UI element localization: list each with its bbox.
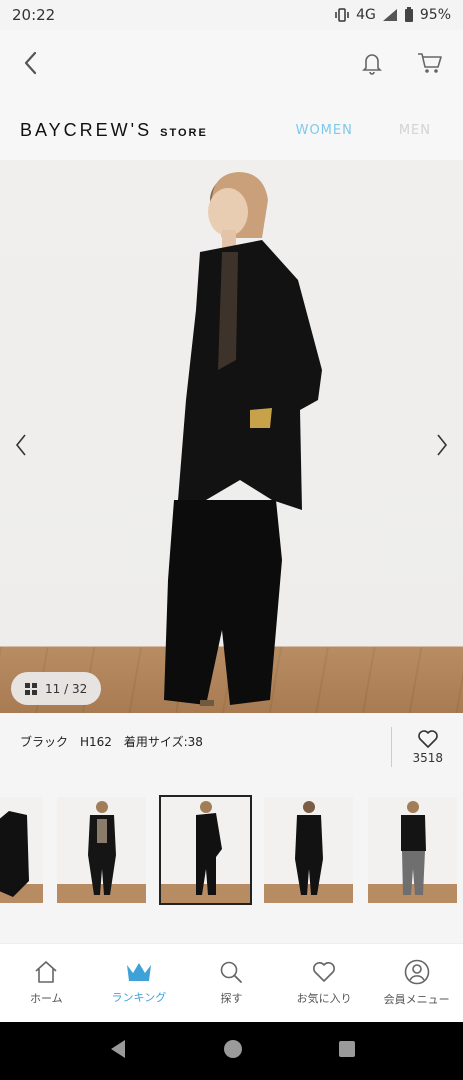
- color-size-label: ブラック H162 着用サイズ:38: [20, 734, 203, 749]
- chevron-left-icon: [15, 434, 26, 456]
- nav-member-menu[interactable]: 会員メニュー: [370, 944, 463, 1022]
- heart-icon: [313, 962, 336, 982]
- signal-icon: [382, 9, 397, 21]
- thumbnail-item[interactable]: [264, 797, 353, 903]
- heart-icon: [417, 730, 438, 748]
- tab-men[interactable]: MEN: [399, 123, 431, 138]
- tab-women[interactable]: WOMEN: [296, 123, 353, 138]
- prev-image-button[interactable]: [6, 430, 36, 460]
- model-figure: [164, 172, 322, 706]
- image-counter-button[interactable]: 11 / 32: [11, 672, 102, 705]
- crown-icon: [126, 963, 151, 981]
- nav-search[interactable]: 探す: [185, 944, 278, 1022]
- logo-suffix: STORE: [160, 126, 208, 139]
- logo-text: BAYCREW'S: [20, 119, 153, 140]
- nav-home[interactable]: ホーム: [0, 944, 93, 1022]
- bottom-nav: ホーム ランキング 探す お気に入り 会員メニュー: [0, 943, 463, 1022]
- battery-level: 95%: [419, 7, 451, 23]
- thumbnail-strip: [0, 781, 463, 943]
- top-actions: [361, 51, 443, 79]
- home-icon: [35, 961, 57, 983]
- nav-member-menu-label: 会員メニュー: [383, 993, 450, 1006]
- status-bar: 20:22 4G 95%: [0, 0, 463, 30]
- thumbnail-figure: [87, 801, 116, 895]
- next-image-button[interactable]: [427, 430, 457, 460]
- system-home-button[interactable]: [223, 1039, 243, 1063]
- thumbnail-item-selected[interactable]: [159, 795, 252, 905]
- thumbnail-figure: [400, 801, 426, 895]
- chevron-left-icon: [24, 51, 37, 75]
- thumbnail-item[interactable]: [368, 797, 457, 903]
- thumbnail-item[interactable]: [0, 797, 43, 903]
- image-counter: 11 / 32: [45, 681, 88, 696]
- system-nav-bar: [0, 1022, 463, 1080]
- store-logo[interactable]: BAYCREW'S STORE: [20, 120, 208, 141]
- square-recents-icon: [338, 1041, 355, 1057]
- bell-icon: [362, 54, 382, 75]
- nav-ranking-label: ランキング: [111, 991, 167, 1004]
- product-info-row: ブラック H162 着用サイズ:38 3518: [0, 713, 463, 781]
- favorite-count: 3518: [412, 751, 443, 765]
- status-time: 20:22: [12, 6, 56, 24]
- nav-ranking[interactable]: ランキング: [93, 944, 186, 1022]
- brand-bar: BAYCREW'S STORE WOMEN MEN: [0, 100, 463, 160]
- system-recents-button[interactable]: [338, 1040, 356, 1062]
- thumbnail-figure: [195, 801, 222, 895]
- nav-home-label: ホーム: [29, 992, 63, 1005]
- battery-icon: [404, 7, 413, 22]
- product-image-carousel[interactable]: 11 / 32: [0, 160, 463, 713]
- thumbnail-item[interactable]: [57, 797, 146, 903]
- vibrate-icon: [335, 8, 349, 22]
- status-icons: 4G 95%: [334, 7, 451, 23]
- top-bar: [0, 30, 463, 100]
- triangle-back-icon: [110, 1040, 125, 1058]
- search-icon: [221, 961, 243, 983]
- system-back-button[interactable]: [108, 1038, 128, 1064]
- circle-home-icon: [223, 1040, 242, 1058]
- network-label: 4G: [356, 7, 376, 23]
- gender-tabs: WOMEN MEN: [296, 123, 431, 138]
- thumbnail-figure: [0, 811, 29, 897]
- favorite-button[interactable]: 3518: [391, 727, 443, 767]
- nav-favorites[interactable]: お気に入り: [278, 944, 371, 1022]
- nav-search-label: 探す: [220, 992, 243, 1005]
- cart-icon: [418, 53, 442, 73]
- back-button[interactable]: [20, 50, 42, 80]
- user-icon: [404, 959, 429, 985]
- thumbnail-figure: [294, 801, 323, 895]
- notification-button[interactable]: [361, 51, 383, 79]
- chevron-right-icon: [437, 434, 448, 456]
- nav-favorites-label: お気に入り: [296, 992, 352, 1005]
- cart-button[interactable]: [417, 51, 443, 79]
- grid-icon: [25, 682, 37, 695]
